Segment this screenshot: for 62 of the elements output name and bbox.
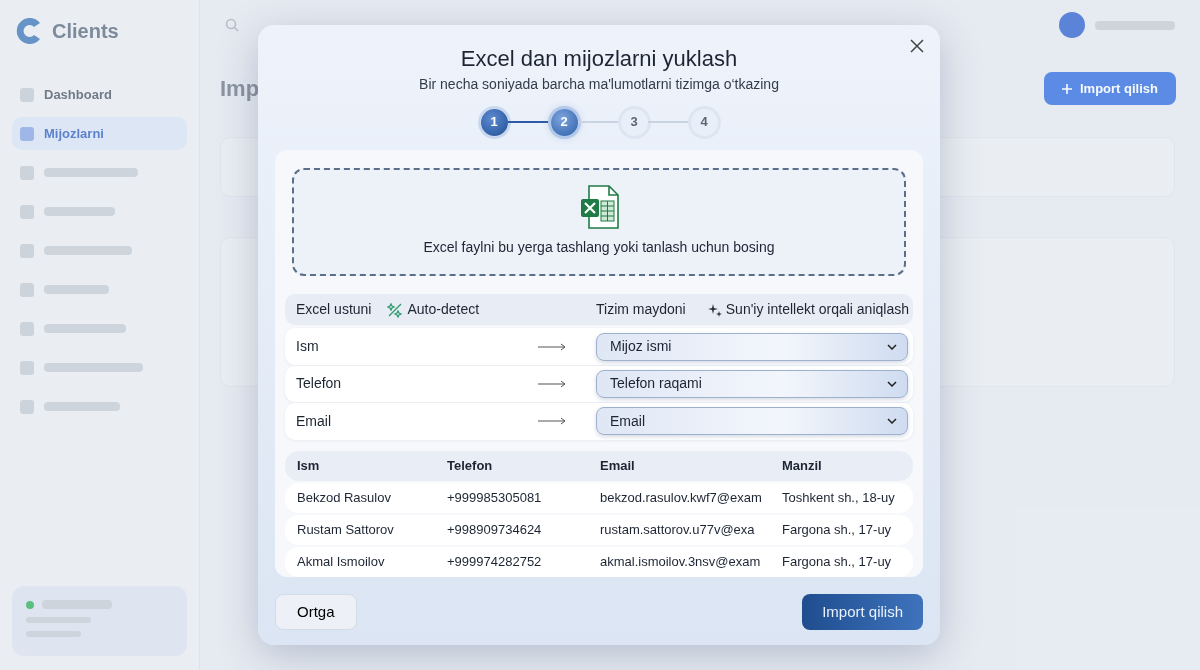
menu-icon <box>20 282 34 297</box>
auto-detect-button[interactable]: Auto-detect <box>387 299 480 321</box>
table-cell-text: Fargona sh., 17-uy <box>782 520 893 539</box>
table-cell-text: Rustam Sattorov <box>297 520 395 539</box>
menu-icon <box>20 165 34 180</box>
table-cell-text: rustam.sattorov.u77v@exa <box>600 520 756 539</box>
modal-title: Excel dan mijozlarni yuklash <box>460 45 738 73</box>
source-column: Email <box>296 410 331 432</box>
table-cell-text: +999985305081 <box>447 488 543 507</box>
menu-icon <box>20 204 34 219</box>
menu-icon <box>20 360 34 375</box>
menu-icon <box>20 126 34 141</box>
status-dot <box>26 600 34 609</box>
chevron-icon <box>887 418 897 425</box>
page-heading: Imp <box>219 75 261 103</box>
table-cell-text: +999974282752 <box>447 552 543 571</box>
ai-detect-button[interactable]: Sun'iy intellekt orqali aniqlash <box>707 299 909 321</box>
table-cell-text: +998909734624 <box>447 520 543 539</box>
blurred-text <box>44 207 115 216</box>
close-button[interactable] <box>908 37 926 55</box>
import-button[interactable]: Import qilish <box>802 593 923 630</box>
step-indicator: 3 <box>620 108 648 136</box>
column-header: Manzil <box>782 456 823 475</box>
blurred-text <box>44 285 109 294</box>
step-indicator: 1 <box>480 108 508 136</box>
table-cell-text: akmal.ismoilov.3nsv@exam <box>600 552 762 571</box>
sidebar-item[interactable]: Dashboard <box>12 78 187 111</box>
menu-icon <box>20 321 34 336</box>
field-select[interactable]: Telefon raqami <box>596 369 908 398</box>
magic-wand-icon <box>387 301 404 318</box>
table-cell-text: Bekzod Rasulov <box>297 488 392 507</box>
table-cell-text: Toshkent sh., 18-uy <box>782 488 896 507</box>
column-header: Excel ustuni <box>296 300 372 320</box>
file-dropzone[interactable]: Excel faylni bu yerga tashlang yoki tanlash uchun bosing <box>292 167 906 276</box>
table-cell-text: bekzod.rasulov.kwf7@exam <box>600 488 763 507</box>
avatar[interactable] <box>1059 12 1085 38</box>
menu-icon <box>20 243 34 258</box>
arrow-icon <box>538 379 566 388</box>
table-cell-text: Fargona sh., 17-uy <box>782 552 893 571</box>
spreadsheet-file-icon <box>579 185 619 230</box>
menu-icon <box>20 399 34 414</box>
modal-subtitle: Bir necha soniyada barcha ma'lumotlarni tizimga o‘tkazing <box>419 74 779 94</box>
step-indicator: 4 <box>690 108 718 136</box>
field-select[interactable]: Email <box>596 407 908 436</box>
column-header: Email <box>600 456 636 475</box>
table-cell-text: Akmal Ismoilov <box>297 552 386 571</box>
field-select[interactable]: Mijoz ismi <box>596 332 908 361</box>
logo-text: Clients <box>52 19 119 44</box>
search-icon <box>225 18 239 32</box>
source-column: Telefon <box>296 373 342 395</box>
arrow-icon <box>538 342 566 351</box>
column-header: Ism <box>297 456 321 475</box>
source-column: Ism <box>296 336 319 357</box>
step-indicator: 2 <box>550 108 578 136</box>
chevron-icon <box>887 380 897 387</box>
menu-icon <box>20 87 34 102</box>
column-header: Telefon <box>447 456 494 475</box>
arrow-icon <box>538 417 566 426</box>
column-header: Tizim maydoni <box>596 300 686 320</box>
chevron-icon <box>887 343 897 350</box>
back-button[interactable]: Ortga <box>275 593 357 630</box>
dropzone-text: Excel faylni bu yerga tashlang yoki tanlash uchun bosing <box>423 238 775 258</box>
